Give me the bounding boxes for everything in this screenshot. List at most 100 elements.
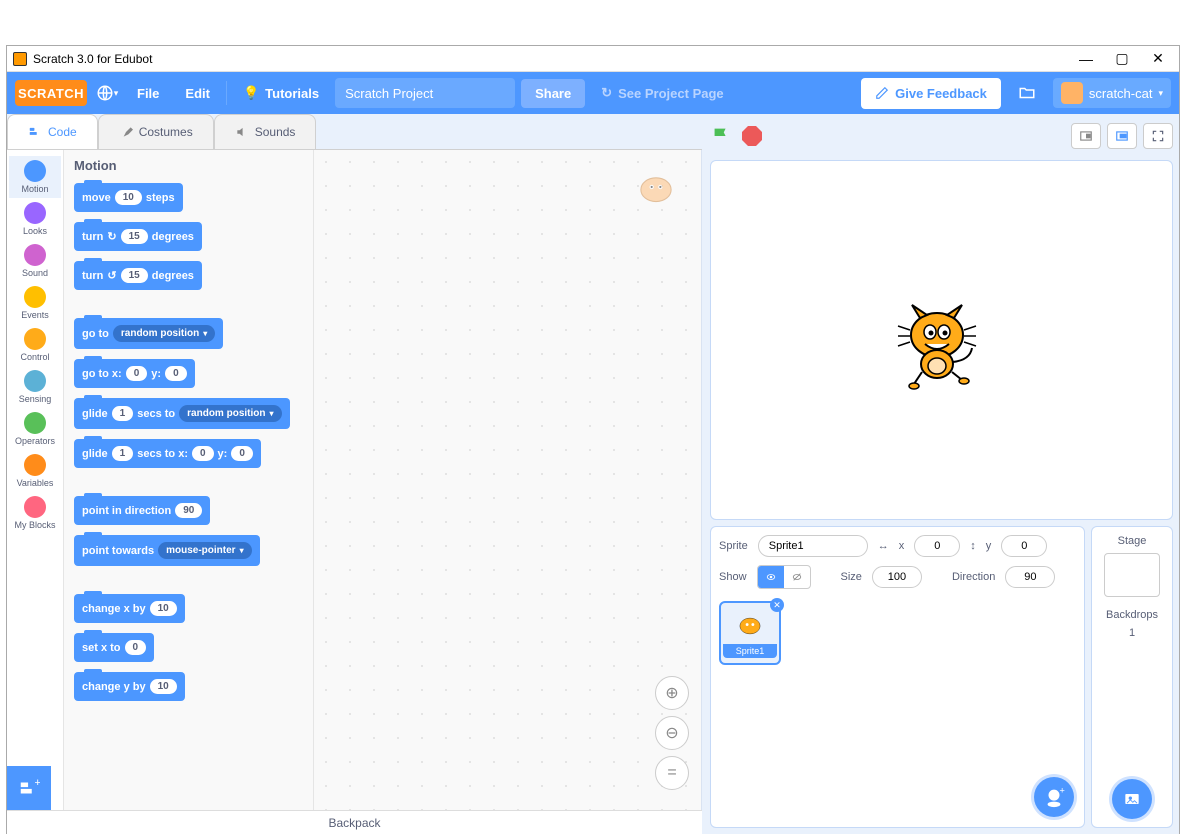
green-flag-button[interactable] [710,125,732,147]
block-goto-xy[interactable]: go to x: 0 y: 0 [74,359,195,388]
stage-panel: Stage Backdrops 1 [1091,526,1173,828]
sprite-direction-input[interactable] [1005,566,1055,588]
refresh-icon: ↻ [601,85,612,101]
block-turn-ccw[interactable]: turn ↺ 15 degrees [74,261,202,290]
block-point-towards[interactable]: point towards mouse-pointer [74,535,260,566]
category-dot-icon [24,496,46,518]
language-button[interactable]: ▾ [93,82,121,104]
maximize-button[interactable]: ▢ [1113,50,1131,68]
block-set-x[interactable]: set x to 0 [74,633,154,662]
add-sprite-button[interactable]: + [1034,777,1074,817]
large-stage-button[interactable] [1107,123,1137,149]
block-move-steps[interactable]: move 10 steps [74,183,183,212]
tab-sounds[interactable]: Sounds [214,114,317,149]
sprite-panel: Sprite ↔ x ↕ y Show [710,526,1085,828]
sprite-thumbnail[interactable]: ✕ Sprite1 [719,601,781,665]
scripts-canvas[interactable]: ⊕ ⊖ = [314,150,701,810]
user-menu[interactable]: scratch-cat ▾ [1053,78,1171,108]
block-turn-cw[interactable]: turn ↻ 15 degrees [74,222,202,251]
main-area: Code Costumes Sounds Motion Looks Sound Eve… [7,114,1179,834]
project-name-input[interactable] [335,78,515,108]
category-label: Variables [17,478,54,488]
rotate-ccw-icon: ↺ [107,269,116,282]
stage-thumbnail[interactable] [1104,553,1160,597]
tab-costumes[interactable]: Costumes [98,114,214,149]
zoom-out-button[interactable]: ⊖ [655,716,689,750]
category-sound[interactable]: Sound [9,240,61,282]
edit-menu[interactable]: Edit [175,80,220,107]
category-dot-icon [24,244,46,266]
category-sensing[interactable]: Sensing [9,366,61,408]
category-events[interactable]: Events [9,282,61,324]
window-title: Scratch 3.0 for Edubot [33,52,1077,66]
add-extension-button[interactable]: + [7,766,51,810]
category-variables[interactable]: Variables [9,450,61,492]
hide-sprite-button[interactable] [784,566,810,588]
close-button[interactable]: ✕ [1149,50,1167,68]
category-label: Sound [22,268,48,278]
share-button[interactable]: Share [521,79,585,108]
tutorials-button[interactable]: 💡 Tutorials [233,79,329,107]
svg-text:+: + [35,777,41,789]
category-control[interactable]: Control [9,324,61,366]
block-goto[interactable]: go to random position [74,318,223,349]
stop-button[interactable] [742,126,762,146]
zoom-in-button[interactable]: ⊕ [655,676,689,710]
tab-code[interactable]: Code [7,114,98,149]
category-dot-icon [24,286,46,308]
feedback-button[interactable]: Give Feedback [861,78,1001,109]
speaker-icon [235,125,249,139]
code-icon [28,125,42,139]
fullscreen-button[interactable] [1143,123,1173,149]
category-motion[interactable]: Motion [9,156,61,198]
stage-header [710,118,1173,154]
block-palette[interactable]: Motion move 10 steps turn ↻ 15 degrees [64,150,314,810]
delete-sprite-button[interactable]: ✕ [770,598,784,612]
block-point-direction[interactable]: point in direction 90 [74,496,210,525]
sprite-size-input[interactable] [872,566,922,588]
block-glide-xy[interactable]: glide 1 secs to x: 0 y: 0 [74,439,261,468]
category-dot-icon [24,412,46,434]
app-window: Scratch 3.0 for Edubot — ▢ ✕ SCRATCH ▾ F… [6,45,1180,834]
block-change-y[interactable]: change y by 10 [74,672,185,701]
category-dot-icon [24,370,46,392]
sprite-name-input[interactable] [758,535,868,557]
menubar: SCRATCH ▾ File Edit 💡 Tutorials Share ↻ … [7,72,1179,114]
palette-title: Motion [74,158,303,173]
user-avatar-icon [1061,82,1083,104]
bulb-icon: 💡 [243,85,259,101]
category-dot-icon [24,160,46,182]
left-column: Code Costumes Sounds Motion Looks Sound Eve… [7,114,702,834]
category-operators[interactable]: Operators [9,408,61,450]
mystuff-button[interactable] [1017,84,1037,102]
category-dot-icon [24,454,46,476]
below-stage: Sprite ↔ x ↕ y Show [710,526,1173,828]
see-project-button[interactable]: ↻ See Project Page [591,85,733,101]
rotate-cw-icon: ↻ [107,230,116,243]
minimize-button[interactable]: — [1077,50,1095,68]
file-menu[interactable]: File [127,80,169,107]
sprite-y-input[interactable] [1001,535,1047,557]
category-label: Looks [23,226,47,236]
xy-icon: ↔ [878,540,889,552]
scratch-logo[interactable]: SCRATCH [15,80,87,106]
category-looks[interactable]: Looks [9,198,61,240]
block-glide-to[interactable]: glide 1 secs to random position [74,398,290,429]
sprite-x-input[interactable] [914,535,960,557]
show-sprite-button[interactable] [758,566,784,588]
editor-row: Motion Looks Sound Events ControlSensingOper… [7,150,702,810]
category-label: Events [21,310,49,320]
scratch-cat-sprite[interactable] [892,290,992,390]
add-backdrop-button[interactable] [1112,779,1152,819]
svg-text:+: + [1060,786,1065,795]
block-change-x[interactable]: change x by 10 [74,594,185,623]
zoom-reset-button[interactable]: = [655,756,689,790]
titlebar: Scratch 3.0 for Edubot — ▢ ✕ [7,46,1179,72]
tabs: Code Costumes Sounds [7,114,702,150]
backpack-toggle[interactable]: Backpack [7,810,702,834]
small-stage-button[interactable] [1071,123,1101,149]
stage[interactable] [710,160,1173,520]
app-icon [13,52,27,66]
category-my-blocks[interactable]: My Blocks [9,492,61,534]
pencil-icon [875,86,889,100]
